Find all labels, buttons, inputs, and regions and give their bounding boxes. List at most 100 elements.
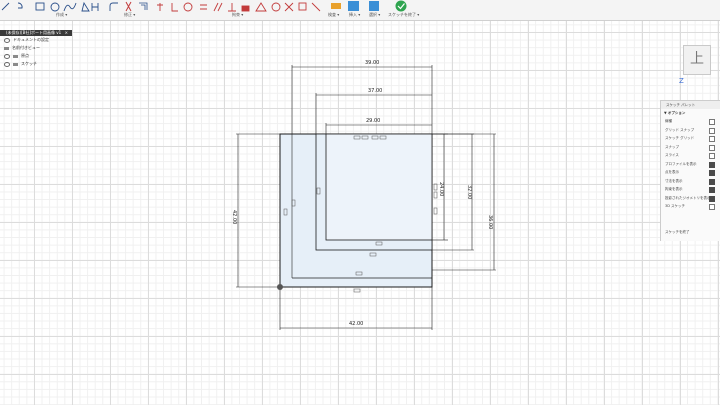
folder-icon <box>4 46 9 50</box>
palette-option-label: 点を表示 <box>665 170 679 174</box>
palette-option-label: 寸法を表示 <box>665 178 683 183</box>
palette-option-checkbox[interactable] <box>709 170 715 176</box>
palette-option-label: 拘束を表示 <box>665 187 683 191</box>
palette-option-checkbox[interactable] <box>709 204 715 210</box>
create-tools <box>1 1 118 12</box>
palette-option-label: 投影されたジオメトリを表示 <box>665 195 711 200</box>
finish-sketch-menu[interactable]: スケッチを終了 ▾ <box>388 12 419 18</box>
dimension-37-text[interactable]: 37.00 <box>368 88 382 94</box>
perpendicular-icon <box>228 3 236 12</box>
tangent-icon <box>183 2 193 12</box>
sketch-canvas[interactable]: 39.00 37.00 29.00 42.00 42.00 24.00 32.0… <box>0 0 720 405</box>
eye-icon[interactable] <box>4 61 10 67</box>
constraints-menu[interactable]: 拘束 ▾ <box>232 12 243 18</box>
finish-sketch-button[interactable]: スケッチを終了 <box>665 230 690 235</box>
fillet-tool-icon[interactable] <box>109 2 118 11</box>
palette-option-checkbox[interactable] <box>709 195 715 202</box>
palette-option-row[interactable]: 3D スケッチ <box>661 202 720 211</box>
select-icon[interactable] <box>369 1 379 11</box>
spline-tool-icon[interactable] <box>63 2 77 12</box>
palette-option-label: プロファイルを表示 <box>665 161 697 166</box>
palette-option-label: グリッド スナップ <box>665 127 695 132</box>
palette-option-row[interactable]: プロファイルを表示 <box>661 160 720 169</box>
browser-item-label: 原点 <box>21 53 29 58</box>
palette-option-checkbox[interactable] <box>709 153 715 159</box>
palette-option-row[interactable]: 点を表示 <box>661 168 720 177</box>
arc-tool-icon[interactable] <box>17 2 23 9</box>
dimension-24-text[interactable]: 24.00 <box>438 182 444 196</box>
palette-option-label: スナップ <box>665 144 679 149</box>
palette-option-checkbox[interactable] <box>709 178 715 185</box>
dimension-39-text[interactable]: 39.00 <box>365 60 379 66</box>
palette-options-header[interactable]: ▼ オプション <box>661 109 720 117</box>
offset-icon <box>139 2 148 10</box>
parallel-icon <box>213 2 223 12</box>
coincident-icon <box>171 3 178 12</box>
z-axis-label: Z <box>679 77 684 85</box>
sketch-palette: スケッチ パレット ▼ オプション 線種グリッド スナップ スケッチ グリッド スナ… <box>660 100 720 241</box>
dimension-42h-text[interactable]: 42.00 <box>231 210 237 224</box>
palette-option-row[interactable]: 拘束を表示 <box>661 185 720 194</box>
eye-icon[interactable] <box>4 53 10 59</box>
palette-option-row[interactable]: 寸法を表示 <box>661 177 720 186</box>
symmetry-icon <box>284 2 294 12</box>
palette-title[interactable]: スケッチ パレット <box>661 101 720 109</box>
palette-option-row[interactable]: スライス <box>661 151 720 160</box>
palette-option-label: 線種 <box>665 119 672 123</box>
curvature-icon <box>311 2 321 12</box>
insert-image-icon[interactable] <box>348 1 359 11</box>
palette-option-row[interactable]: 投影されたジオメトリを表示 <box>661 194 720 203</box>
finish-sketch-icon[interactable] <box>395 0 407 12</box>
palette-option-checkbox[interactable] <box>709 161 715 168</box>
inspect-menu[interactable]: 検査 ▾ <box>328 12 339 18</box>
palette-option-checkbox[interactable] <box>709 119 715 125</box>
browser-item-label: ドキュメントの設定 <box>13 37 49 42</box>
palette-option-checkbox[interactable] <box>709 136 715 142</box>
palette-option-row[interactable]: スナップ <box>661 143 720 152</box>
viewcube-face-label: 上 <box>690 51 704 67</box>
modify-tools[interactable] <box>125 1 148 12</box>
browser-item-label: 名前付きビュー <box>12 45 40 50</box>
palette-option-row[interactable]: スケッチ グリッド <box>661 134 720 143</box>
rectangle-tool-icon[interactable] <box>35 2 45 11</box>
viewcube[interactable]: 上 <box>683 45 711 75</box>
dimension-32-text[interactable]: 32.00 <box>466 185 472 199</box>
inspect-ruler-icon[interactable] <box>331 3 341 9</box>
palette-option-label: スケッチ グリッド <box>665 136 695 140</box>
create-menu[interactable]: 作成 ▾ <box>56 12 67 18</box>
browser-panel: (未保存)[B社]ポート用画像 v1 × ドキュメントの設定 名前付きビュー 原… <box>0 30 72 68</box>
circle-tool-icon[interactable] <box>50 2 60 12</box>
settings-icon <box>4 37 10 43</box>
palette-option-checkbox[interactable] <box>709 127 715 134</box>
dimension-36-text[interactable]: 36.00 <box>487 215 493 229</box>
constraint-tools[interactable] <box>157 2 321 12</box>
browser-item-origin[interactable]: 原点 <box>0 52 72 60</box>
polygon-tool-icon[interactable] <box>81 1 90 12</box>
browser-item-named-views[interactable]: 名前付きビュー <box>0 44 72 52</box>
dimension-29-text[interactable]: 29.00 <box>366 118 380 124</box>
browser-item-label: スケッチ <box>21 61 37 66</box>
folder-icon <box>13 54 18 58</box>
palette-option-row[interactable]: グリッド スナップ <box>661 126 720 135</box>
slot-tool-icon[interactable] <box>91 3 99 11</box>
dimension-42w-text[interactable]: 42.00 <box>349 321 363 327</box>
origin-point[interactable] <box>277 284 283 290</box>
palette-option-checkbox[interactable] <box>709 187 715 193</box>
palette-option-checkbox[interactable] <box>709 144 715 151</box>
palette-option-label: 3D スケッチ <box>665 204 686 208</box>
palette-option-row[interactable]: 線種 <box>661 117 720 126</box>
select-menu[interactable]: 選択 ▾ <box>369 12 380 18</box>
browser-item-sketches[interactable]: スケッチ <box>0 60 72 68</box>
folder-icon <box>13 62 18 66</box>
collinear-icon <box>298 2 307 11</box>
document-title: (未保存)[B社]ポート用画像 v1 <box>6 30 62 35</box>
scissors-icon <box>125 1 132 12</box>
insert-menu[interactable]: 挿入 ▾ <box>349 12 360 18</box>
toolbar: 作成 ▾ 修正 ▾ 拘束 ▾ 検査 ▾ 挿入 ▾ 選択 ▾ スケッチを終了 ▾ <box>0 0 720 21</box>
browser-item-document-settings[interactable]: ドキュメントの設定 <box>0 36 72 44</box>
palette-option-label: スライス <box>665 153 679 157</box>
modify-menu[interactable]: 修正 ▾ <box>124 12 135 18</box>
lock-icon <box>241 5 250 12</box>
line-tool-icon[interactable] <box>1 2 10 11</box>
square-29[interactable] <box>325 133 433 241</box>
